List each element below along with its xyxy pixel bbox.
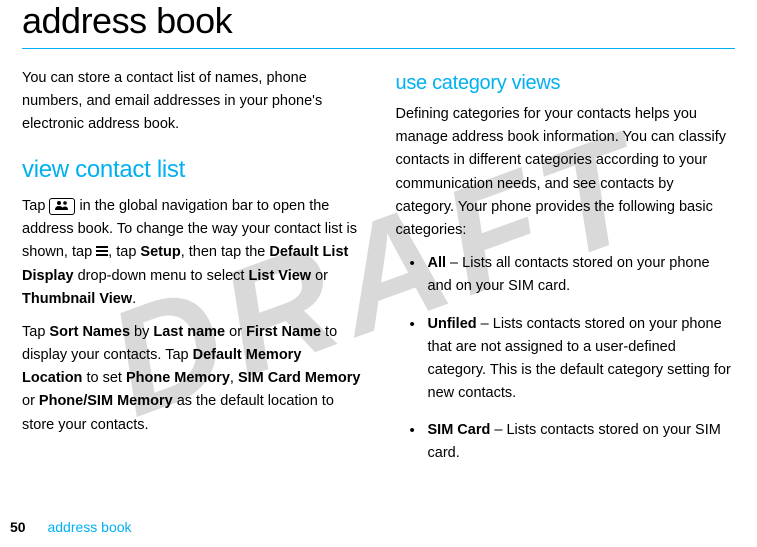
page-number: 50: [10, 519, 26, 535]
category-unfiled-label: Unfiled: [428, 316, 477, 332]
right-column: use category views Defining categories f…: [396, 67, 736, 480]
intro-paragraph: You can store a contact list of names, p…: [22, 67, 362, 137]
list-item: SIM Card – Lists contacts stored on your…: [396, 419, 736, 465]
two-column-layout: You can store a contact list of names, p…: [22, 67, 735, 480]
sort-names-label: Sort Names: [49, 324, 130, 340]
page-title: address book: [22, 0, 735, 42]
contacts-icon: [49, 198, 75, 215]
use-category-views-intro: Defining categories for your contacts he…: [396, 103, 736, 242]
list-view-label: List View: [249, 268, 312, 284]
page-footer: 50 address book: [10, 519, 132, 535]
view-contact-list-heading: view contact list: [22, 151, 362, 189]
footer-breadcrumb: address book: [47, 519, 131, 535]
last-name-label: Last name: [153, 324, 225, 340]
title-divider: [22, 48, 735, 49]
category-sim-card-label: SIM Card: [428, 422, 491, 438]
thumbnail-view-label: Thumbnail View: [22, 291, 132, 307]
setup-label: Setup: [140, 244, 180, 260]
page-content: address book You can store a contact lis…: [0, 0, 757, 480]
category-all-label: All: [428, 255, 447, 271]
list-item: All – Lists all contacts stored on your …: [396, 252, 736, 298]
first-name-label: First Name: [246, 324, 321, 340]
list-item: Unfiled – Lists contacts stored on your …: [396, 313, 736, 406]
menu-icon: [96, 243, 108, 262]
category-list: All – Lists all contacts stored on your …: [396, 252, 736, 466]
left-column: You can store a contact list of names, p…: [22, 67, 362, 480]
view-contact-list-p2: Tap Sort Names by Last name or First Nam…: [22, 321, 362, 437]
sim-card-memory-label: SIM Card Memory: [238, 370, 360, 386]
use-category-views-heading: use category views: [396, 67, 736, 99]
view-contact-list-p1: Tap in the global navigation bar to open…: [22, 195, 362, 311]
phone-sim-memory-label: Phone/SIM Memory: [39, 393, 173, 409]
phone-memory-label: Phone Memory: [126, 370, 230, 386]
